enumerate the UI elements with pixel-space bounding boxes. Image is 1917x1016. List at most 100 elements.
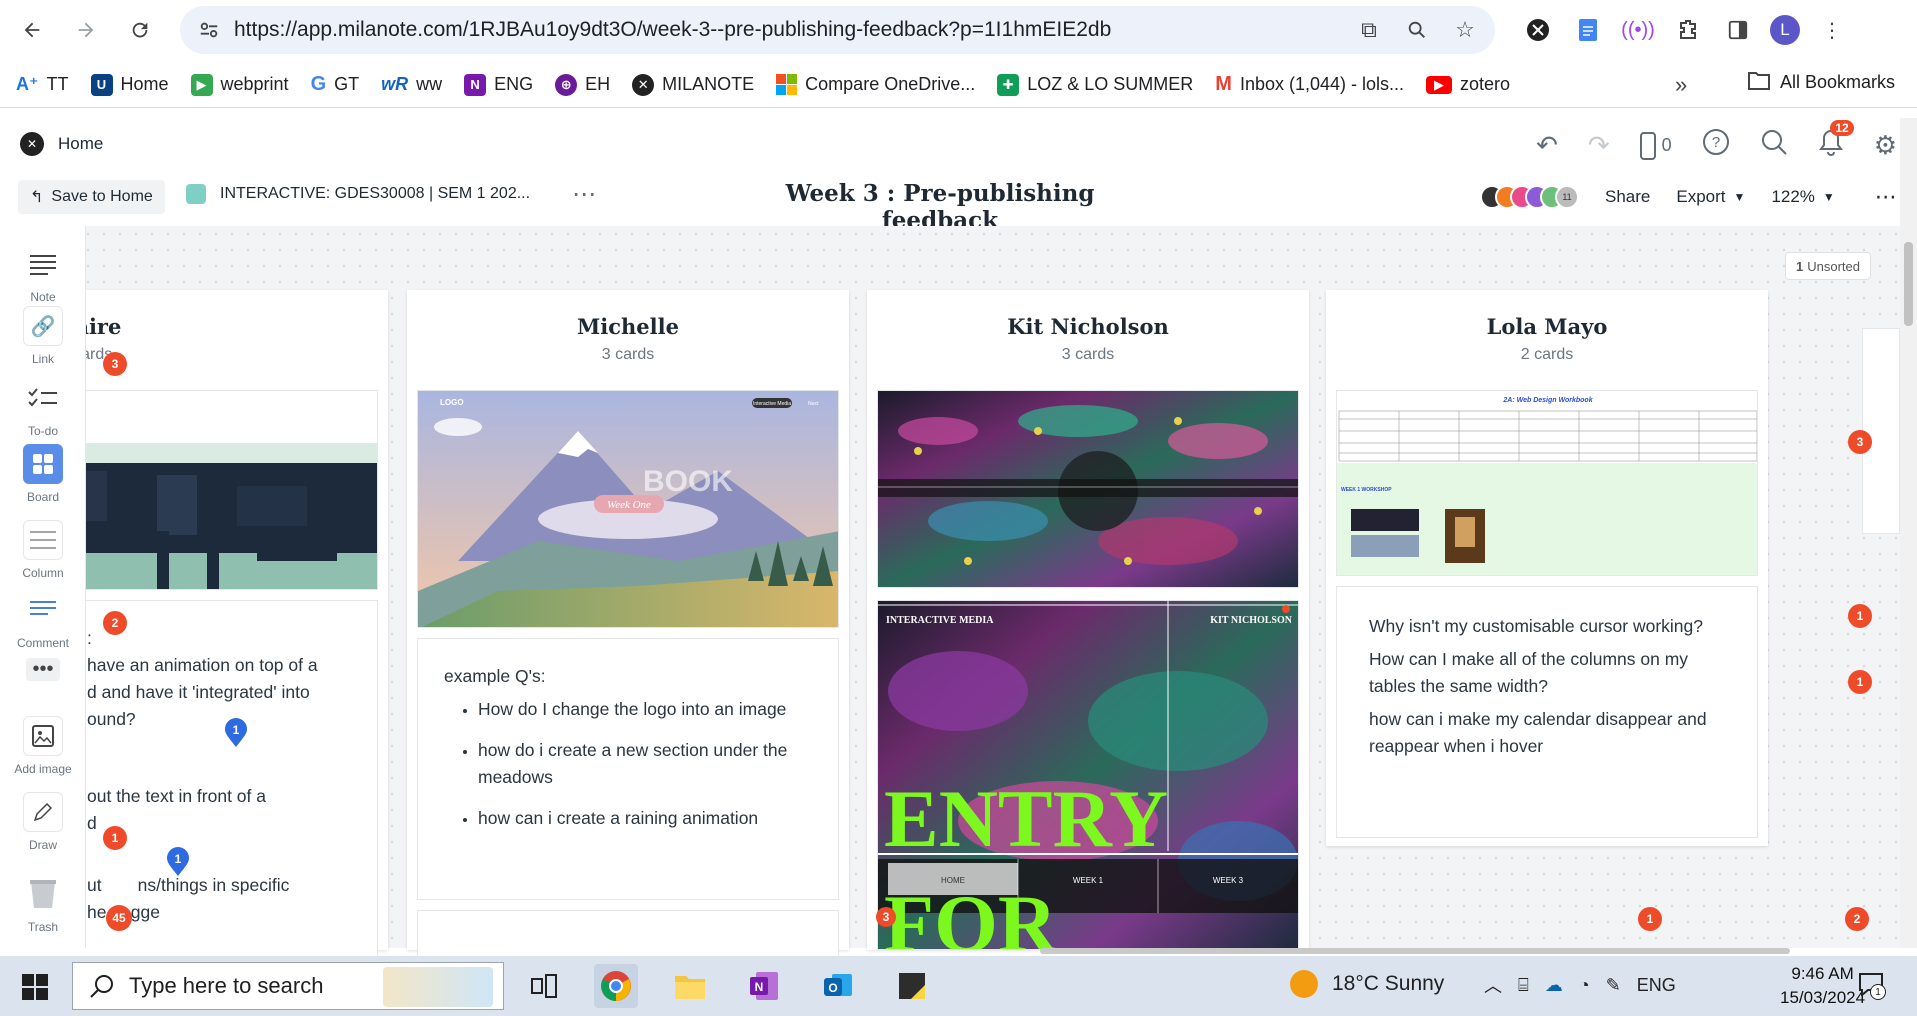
windows-start-icon[interactable] <box>22 974 48 1000</box>
breadcrumb[interactable]: INTERACTIVE: GDES30008 | SEM 1 202... <box>186 184 530 204</box>
file-explorer-icon[interactable] <box>668 964 712 1008</box>
home-link[interactable]: ✕ Home <box>20 132 103 156</box>
tool-note[interactable]: Note <box>0 244 86 304</box>
bookmark-eh[interactable]: ⊕ EH <box>555 73 610 96</box>
breadcrumb-more-icon[interactable]: ⋯ <box>572 180 596 209</box>
search-icon[interactable] <box>1760 128 1788 163</box>
image-card[interactable]: LOGO Interactive Media Next BOOK Week On… <box>417 390 839 628</box>
tool-trash[interactable]: Trash <box>0 874 86 934</box>
task-view-icon[interactable] <box>522 964 566 1008</box>
tool-todo[interactable]: To-do <box>0 378 86 438</box>
outlook-taskbar-icon[interactable]: O <box>816 964 860 1008</box>
all-bookmarks[interactable]: All Bookmarks <box>1748 70 1895 95</box>
chrome-taskbar-icon[interactable] <box>594 964 638 1008</box>
image-card[interactable] <box>877 390 1299 588</box>
address-bar[interactable]: https://app.milanote.com/1RJBAu1oy9dt3O/… <box>180 6 1495 54</box>
reload-icon[interactable] <box>120 10 160 50</box>
note-card[interactable]: example Q's: How do I change the logo in… <box>417 638 839 900</box>
sticky-notes-icon[interactable] <box>890 964 934 1008</box>
comment-badge[interactable]: 3 <box>1848 430 1872 454</box>
tool-comment[interactable]: Comment <box>0 590 86 650</box>
column-lola-mayo[interactable]: Lola Mayo 2 cards 2A: Web Design Workboo… <box>1326 290 1768 846</box>
bookmark-star-icon[interactable]: ☆ <box>1451 16 1479 44</box>
meet-now-icon[interactable]: ⌸ <box>1518 975 1529 996</box>
browser-menu-icon[interactable]: ⋮ <box>1814 12 1850 48</box>
comment-badge[interactable]: 3 <box>103 352 127 376</box>
horizontal-scrollbar[interactable] <box>1040 948 1790 954</box>
note-card[interactable]: Why isn't my customisable cursor working… <box>1336 586 1758 838</box>
language-indicator[interactable]: ENG <box>1637 975 1676 996</box>
zoom-level-select[interactable]: 122% ▼ <box>1771 187 1834 207</box>
bookmark-ww[interactable]: wR ww <box>381 74 442 95</box>
milanote-extension-icon[interactable] <box>1520 12 1556 48</box>
comment-badge[interactable]: 2 <box>1845 907 1869 931</box>
export-button[interactable]: Export ▼ <box>1676 187 1745 207</box>
side-panel-tab[interactable] <box>1862 328 1900 534</box>
bookmark-compare-onedrive[interactable]: Compare OneDrive... <box>776 74 975 95</box>
undo-icon[interactable]: ↶ <box>1536 130 1558 161</box>
tool-column[interactable]: Column <box>0 520 86 580</box>
side-panel-icon[interactable] <box>1720 12 1756 48</box>
weather-widget[interactable]: 18°C Sunny <box>1290 970 1444 998</box>
pen-tray-icon[interactable]: ✎ <box>1606 975 1621 996</box>
url-text[interactable]: https://app.milanote.com/1RJBAu1oy9dt3O/… <box>234 18 1111 42</box>
forward-icon[interactable] <box>66 10 106 50</box>
bookmark-tt[interactable]: A⁺ TT <box>16 74 69 95</box>
broadcast-extension-icon[interactable]: ((•)) <box>1620 12 1656 48</box>
comment-badge[interactable]: 1 <box>1848 604 1872 628</box>
bookmark-webprint[interactable]: ▶ webprint <box>190 73 289 96</box>
image-card[interactable]: INTERACTIVE MEDIA KIT NICHOLSON ENTRY HO… <box>877 600 1299 950</box>
back-icon[interactable] <box>12 10 52 50</box>
onedrive-cloud-icon[interactable]: ☁ <box>1545 975 1563 996</box>
bookmark-milanote[interactable]: ✕ MILANOTE <box>632 73 754 96</box>
bookmark-home[interactable]: U Home <box>90 73 169 96</box>
chevron-up-icon[interactable]: ︿ <box>1484 972 1502 998</box>
redo-icon[interactable]: ↷ <box>1588 130 1610 161</box>
bookmark-inbox[interactable]: M Inbox (1,044) - lols... <box>1215 73 1404 96</box>
more-bookmarks-icon[interactable]: » <box>1675 72 1687 98</box>
bookmark-eng[interactable]: N ENG <box>464 73 533 96</box>
action-center-icon[interactable]: 1 <box>1858 972 1886 1002</box>
bookmark-gt[interactable]: G GT <box>311 73 360 96</box>
profile-avatar[interactable]: L <box>1770 15 1800 45</box>
column-michelle[interactable]: Michelle 3 cards LOGO Interactive Media … <box>407 290 849 970</box>
comment-pin[interactable]: 1 <box>223 718 249 748</box>
vertical-scrollbar[interactable] <box>1900 118 1917 948</box>
board-more-icon[interactable]: ⋯ <box>1875 184 1897 210</box>
notifications-bell-icon[interactable]: 12 <box>1818 120 1854 163</box>
column-title[interactable]: Lola Mayo <box>1326 314 1768 339</box>
more-tools-button[interactable]: ••• <box>0 658 86 681</box>
wifi-icon[interactable]: ◔ <box>1579 975 1590 996</box>
column-title[interactable]: Michelle <box>407 314 849 339</box>
unsorted-button[interactable]: 1 Unsorted <box>1785 252 1871 280</box>
comment-badge[interactable]: 1 <box>1848 670 1872 694</box>
taskbar-clock[interactable]: 9:46 AM 15/03/2024 <box>1780 962 1865 1010</box>
tool-link[interactable]: 🔗 Link <box>0 306 86 366</box>
taskbar-search-input[interactable]: Type here to search <box>72 962 504 1010</box>
zoom-icon[interactable] <box>1403 16 1431 44</box>
save-to-home-button[interactable]: ↰ Save to Home <box>18 180 165 214</box>
extensions-puzzle-icon[interactable] <box>1670 12 1706 48</box>
share-button[interactable]: Share <box>1605 187 1650 207</box>
column-kit-nicholson[interactable]: Kit Nicholson 3 cards INTERACTIVE MEDIA … <box>867 290 1309 950</box>
onenote-taskbar-icon[interactable]: N <box>742 964 786 1008</box>
column-title[interactable]: Kit Nicholson <box>867 314 1309 339</box>
site-settings-icon[interactable] <box>198 19 220 41</box>
bookmark-zotero[interactable]: ▶ zotero <box>1426 74 1510 95</box>
tool-draw[interactable]: Draw <box>0 792 86 852</box>
comment-pin[interactable]: 1 <box>165 847 191 877</box>
comment-badge[interactable]: 2 <box>103 611 127 635</box>
comment-badge[interactable]: 45 <box>106 905 132 931</box>
help-icon[interactable]: ? <box>1702 128 1730 163</box>
viewer-avatars[interactable]: 11 <box>1480 185 1579 209</box>
settings-gear-icon[interactable]: ⚙ <box>1874 130 1897 161</box>
comment-badge[interactable]: 1 <box>1638 907 1662 931</box>
image-card[interactable]: 2A: Web Design Workbook WEEK 1 WORKSHOP <box>1336 390 1758 576</box>
comment-badge[interactable]: 1 <box>103 826 127 850</box>
mobile-icon[interactable]: 0 <box>1639 131 1672 160</box>
open-in-app-icon[interactable]: ⧉ <box>1355 16 1383 44</box>
docs-extension-icon[interactable] <box>1570 12 1606 48</box>
bookmark-loz-lo[interactable]: ✚ LOZ & LO SUMMER <box>997 73 1193 96</box>
comment-badge[interactable]: 3 <box>876 907 896 927</box>
tool-board[interactable]: Board <box>0 444 86 504</box>
